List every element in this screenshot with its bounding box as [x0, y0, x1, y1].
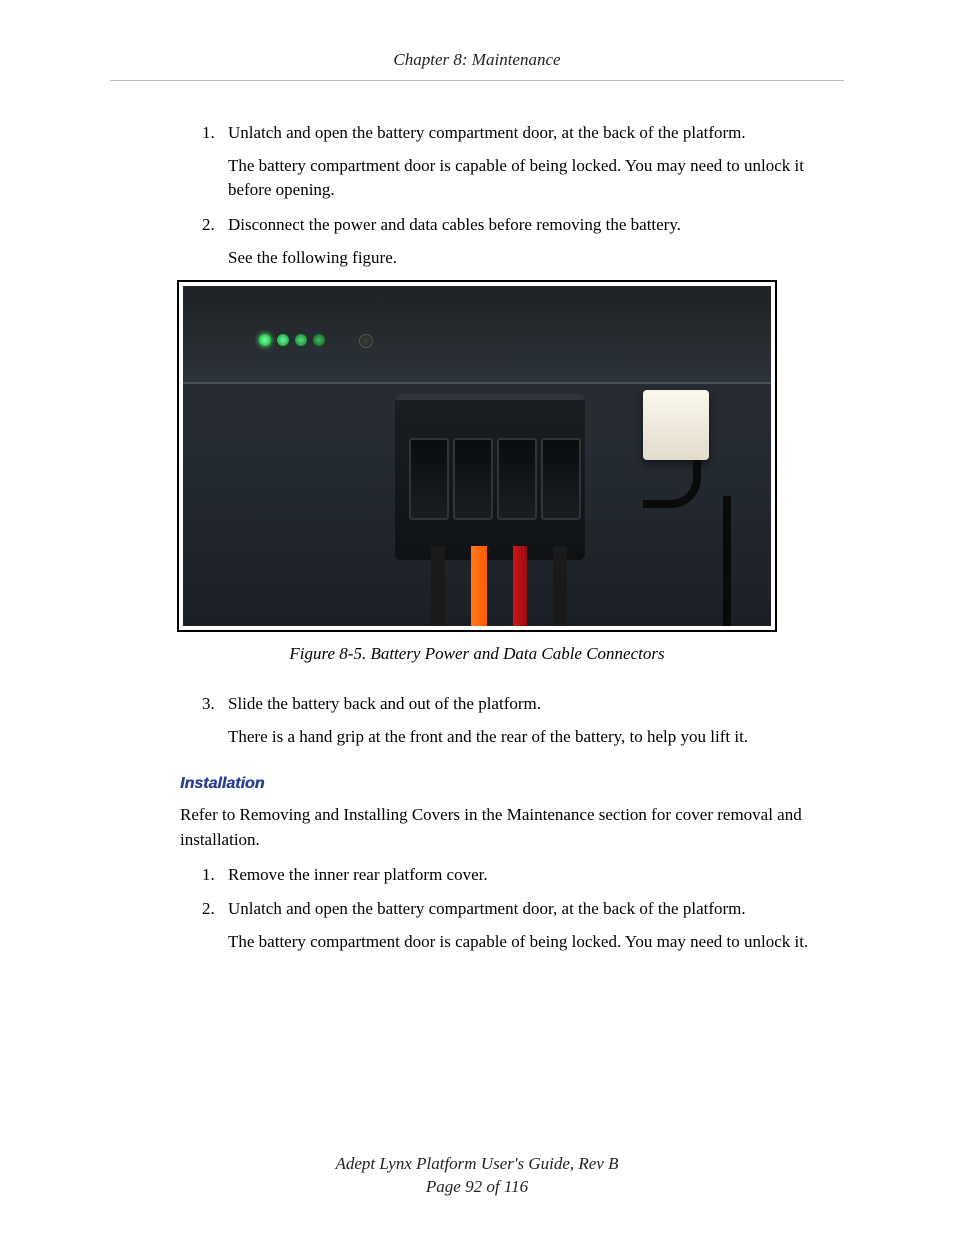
step-note: See the following figure.: [228, 246, 844, 271]
figure-caption: Figure 8-5. Battery Power and Data Cable…: [110, 644, 844, 664]
step-text: Remove the inner rear platform cover.: [228, 863, 844, 888]
removal-steps-continued: 3. Slide the battery back and out of the…: [202, 692, 844, 749]
power-cable-icon: [471, 546, 487, 626]
list-item: 2. Unlatch and open the battery compartm…: [202, 897, 844, 954]
connector-slot-icon: [541, 438, 581, 520]
chapter-header: Chapter 8: Maintenance: [110, 50, 844, 80]
figure-photo: [183, 286, 771, 626]
page: Chapter 8: Maintenance 1. Unlatch and op…: [0, 0, 954, 1235]
step-note: The battery compartment door is capable …: [228, 930, 844, 955]
step-number: 3.: [202, 692, 215, 717]
page-footer: Adept Lynx Platform User's Guide, Rev B …: [0, 1153, 954, 1199]
step-text: Unlatch and open the battery compartment…: [228, 897, 844, 922]
step-number: 2.: [202, 897, 215, 922]
battery-top-panel: [183, 286, 771, 384]
list-item: 1. Remove the inner rear platform cover.: [202, 863, 844, 888]
data-cable-bend-icon: [643, 460, 701, 508]
footer-title: Adept Lynx Platform User's Guide, Rev B: [0, 1153, 954, 1176]
power-cable-icon: [431, 546, 445, 626]
list-item: 3. Slide the battery back and out of the…: [202, 692, 844, 749]
step-number: 2.: [202, 213, 215, 238]
power-cable-icon: [513, 546, 527, 626]
step-note: There is a hand grip at the front and th…: [228, 725, 844, 750]
connector-slot-icon: [453, 438, 493, 520]
data-connector-plug: [643, 390, 709, 460]
step-text: Unlatch and open the battery compartment…: [228, 121, 844, 146]
data-cable-icon: [723, 496, 731, 626]
step-text: Disconnect the power and data cables bef…: [228, 213, 844, 238]
spacer: [110, 759, 844, 775]
step-number: 1.: [202, 121, 215, 146]
connector-slot-icon: [497, 438, 537, 520]
connector-slot-icon: [409, 438, 449, 520]
footer-page-number: Page 92 of 116: [0, 1176, 954, 1199]
step-text: Slide the battery back and out of the pl…: [228, 692, 844, 717]
list-item: 1. Unlatch and open the battery compartm…: [202, 121, 844, 203]
removal-steps: 1. Unlatch and open the battery compartm…: [202, 121, 844, 270]
installation-intro: Refer to Removing and Installing Covers …: [180, 803, 844, 852]
step-note: The battery compartment door is capable …: [228, 154, 844, 203]
step-number: 1.: [202, 863, 215, 888]
list-item: 2. Disconnect the power and data cables …: [202, 213, 844, 270]
installation-steps: 1. Remove the inner rear platform cover.…: [202, 863, 844, 955]
power-connector-block: [395, 394, 585, 560]
header-rule: [110, 80, 844, 81]
power-cable-icon: [553, 546, 567, 626]
figure-frame: [177, 280, 777, 632]
installation-heading: Installation: [180, 775, 844, 793]
